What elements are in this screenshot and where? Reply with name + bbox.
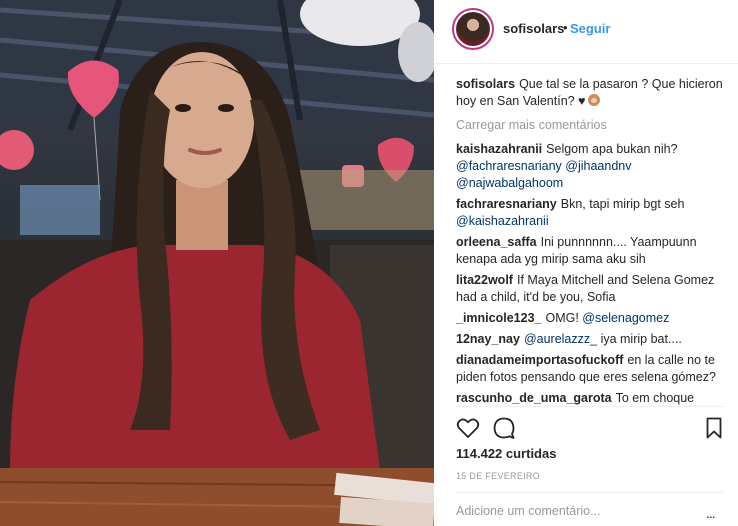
load-more-comments-button[interactable]: Carregar mais comentários — [456, 116, 724, 134]
comment-text: OMG! — [545, 311, 579, 325]
comment-item: rascunho_de_uma_garota To em choque — [456, 390, 724, 407]
comment-item: kaishazahranii Selgom apa bukan nih? @fac… — [456, 141, 724, 192]
bookmark-icon[interactable] — [702, 416, 726, 440]
monkey-emoji-icon — [587, 94, 600, 106]
caption-username[interactable]: sofisolars — [456, 77, 515, 91]
more-options-icon[interactable]: ... — [706, 505, 716, 521]
comment-username[interactable]: dianadameimportasofuckoff — [456, 353, 623, 367]
comment-username[interactable]: 12nay_nay — [456, 332, 520, 346]
separator-dot: • — [563, 20, 568, 35]
comment-item: _imnicole123_ OMG! @selenagomez — [456, 310, 724, 327]
mention-link[interactable]: @aurelazzz_ — [524, 332, 597, 346]
follow-button[interactable]: Seguir — [570, 21, 610, 36]
add-comment-input[interactable] — [456, 504, 696, 518]
action-bar — [456, 416, 724, 442]
comment-text: Bkn, tapi mirip bgt seh — [560, 197, 685, 211]
comment-text: To em choque — [615, 391, 695, 405]
divider — [456, 406, 724, 407]
comment-item: lita22wolf If Maya Mitchell and Selena Go… — [456, 272, 724, 306]
mention-link[interactable]: @najwabalgahoom — [456, 176, 563, 190]
mention-link[interactable]: @kaishazahranii — [456, 214, 549, 228]
post-sidebar: sofisolars • Seguir sofisolars Que tal se… — [434, 0, 738, 526]
balloon-left-edge — [0, 130, 34, 170]
comment-username[interactable]: orleena_saffa — [456, 235, 537, 249]
photo-illustration — [0, 0, 434, 526]
instagram-post: sofisolars • Seguir sofisolars Que tal se… — [0, 0, 738, 526]
comments-list: sofisolars Que tal se la pasaron ? Que hi… — [456, 76, 724, 411]
comment-username[interactable]: rascunho_de_uma_garota — [456, 391, 612, 405]
post-date[interactable]: 15 DE FEVEREIRO — [456, 471, 540, 481]
mention-link[interactable]: @jihaandnv — [565, 159, 631, 173]
post-photo[interactable] — [0, 0, 434, 526]
comment-item: 12nay_nay @aurelazzz_ iya mirip bat.... — [456, 331, 724, 348]
comment-username[interactable]: _imnicole123_ — [456, 311, 541, 325]
header-username[interactable]: sofisolars — [503, 21, 564, 36]
comment-username[interactable]: lita22wolf — [456, 273, 513, 287]
mention-link[interactable]: @fachraresnariany — [456, 159, 562, 173]
comment-item: orleena_saffa Ini punnnnnn.... Yaampuunn … — [456, 234, 724, 268]
mention-link[interactable]: @selenagomez — [582, 311, 669, 325]
comment-username[interactable]: fachraresnariany — [456, 197, 557, 211]
post-caption: sofisolars Que tal se la pasaron ? Que hi… — [456, 76, 724, 110]
heart-icon[interactable] — [456, 416, 480, 440]
avatar-image — [456, 12, 490, 46]
divider — [456, 492, 724, 493]
avatar[interactable] — [452, 8, 494, 50]
comment-username[interactable]: kaishazahranii — [456, 142, 542, 156]
red-sweater — [10, 245, 380, 470]
comment-bubble-icon[interactable] — [492, 416, 516, 440]
comment-item: dianadameimportasofuckoff en la calle no … — [456, 352, 724, 386]
post-header: sofisolars • Seguir — [434, 0, 738, 64]
comment-item: fachraresnariany Bkn, tapi mirip bgt seh … — [456, 196, 724, 230]
comment-text: iya mirip bat.... — [600, 332, 682, 346]
comment-text: Selgom apa bukan nih? — [546, 142, 678, 156]
likes-count[interactable]: 114.422 curtidas — [456, 446, 556, 461]
